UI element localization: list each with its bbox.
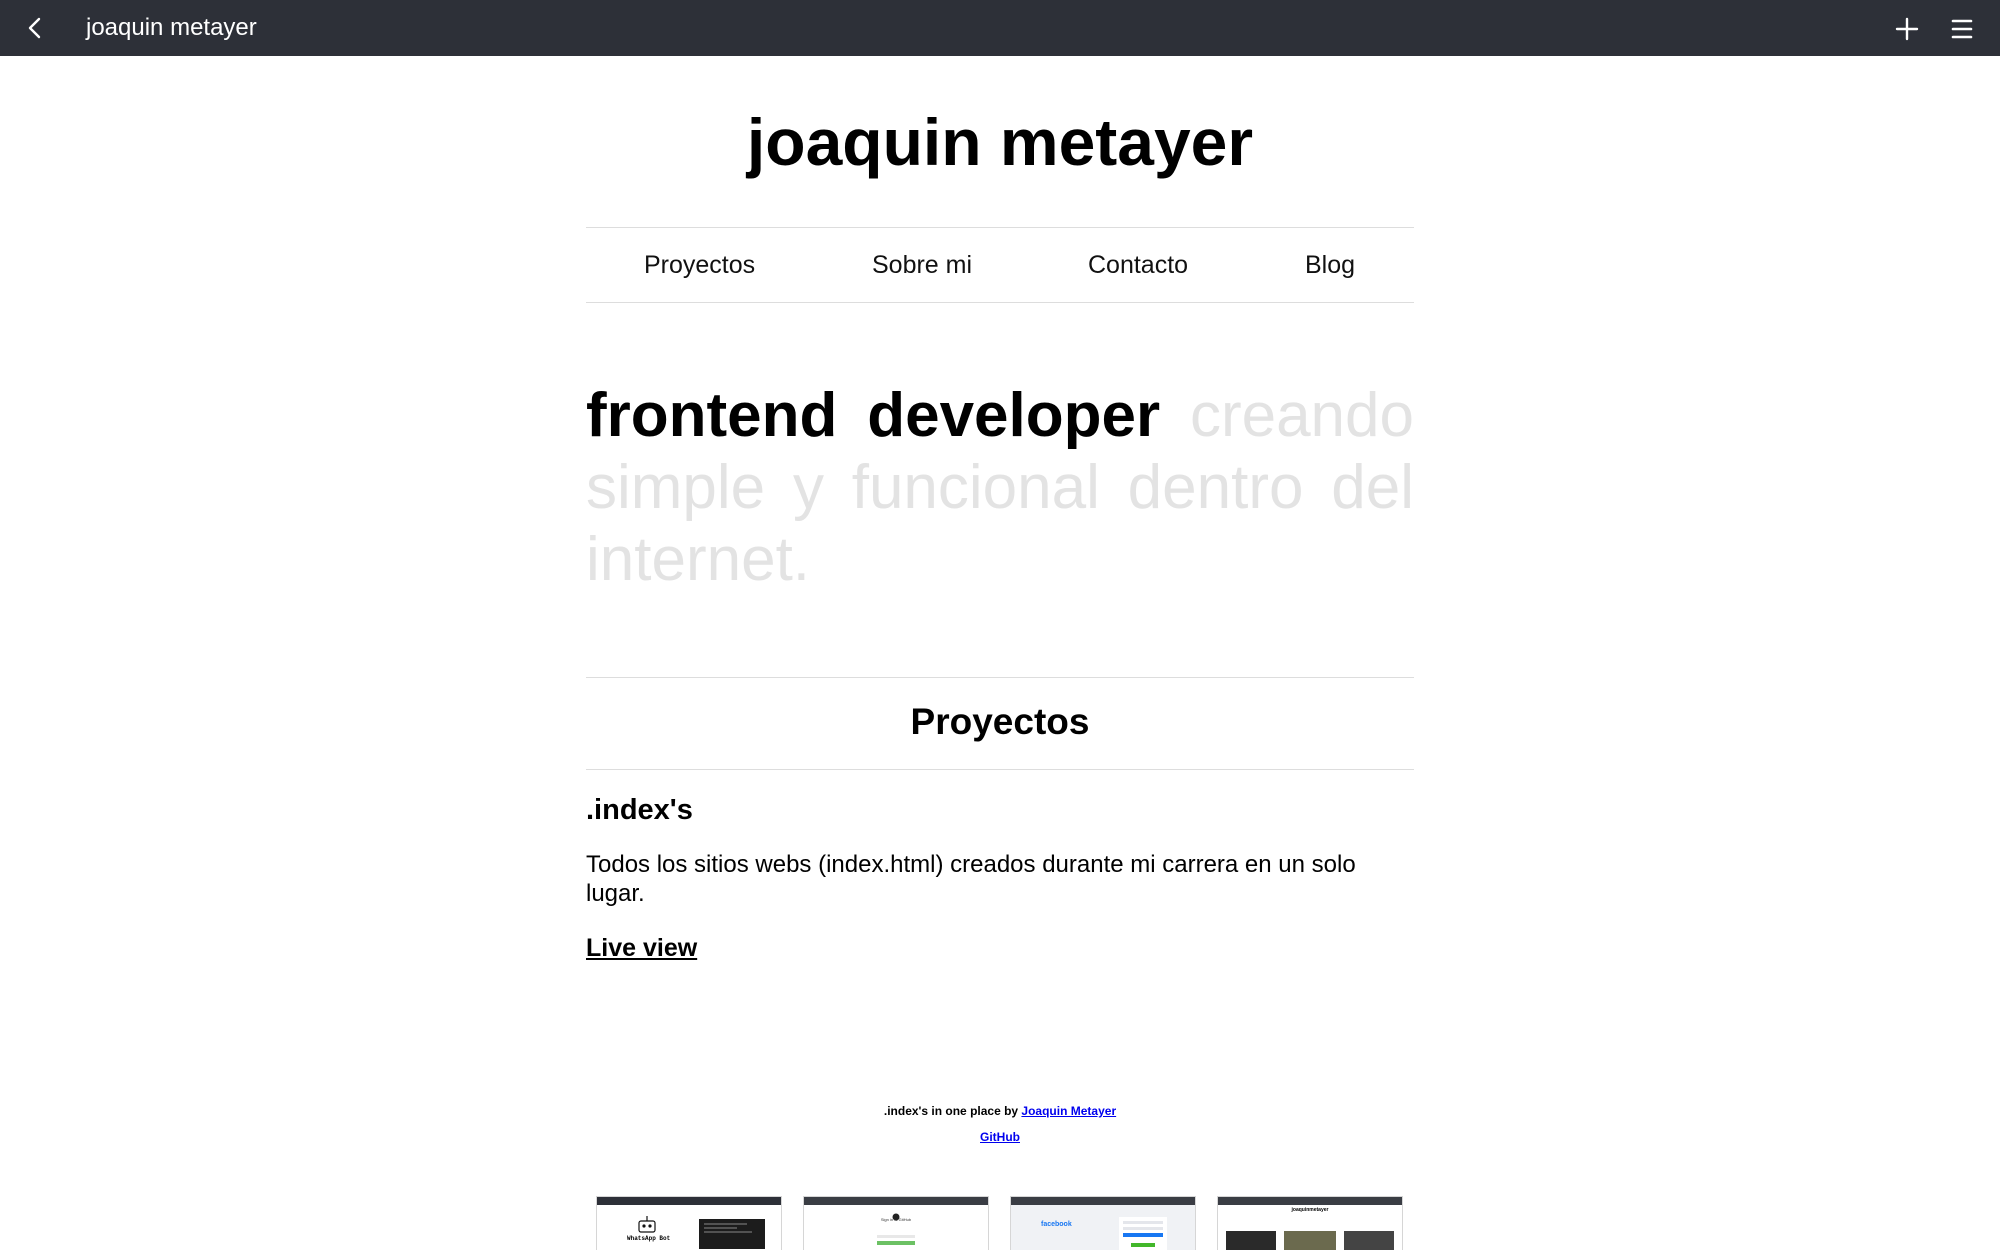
hamburger-menu-icon <box>1951 19 1973 39</box>
nav-item-proyectos[interactable]: Proyectos <box>644 250 755 280</box>
project-title: .index's <box>586 794 693 826</box>
thumbnail-facebook[interactable]: facebook <box>1010 1196 1196 1250</box>
app-top-bar: joaquin metayer <box>0 0 2000 56</box>
projects-section-title: Proyectos <box>910 701 1090 742</box>
thumbnail-joaquinmetayer[interactable]: joaquinmetayer <box>1217 1196 1403 1250</box>
thumbnail-browser-bar <box>1218 1197 1402 1205</box>
site-title: joaquin metayer <box>746 105 1254 179</box>
bot-face-icon <box>638 1216 765 1249</box>
hero-tagline-strong: frontend developer <box>586 381 1161 450</box>
menu-button[interactable] <box>1945 12 1979 46</box>
main-nav: Proyectos Sobre mi Contacto Blog <box>586 227 1414 303</box>
live-view-link[interactable]: Live view <box>586 933 697 963</box>
thumbnail-heading: joaquinmetayer <box>1291 1207 1329 1213</box>
thumbnail-heading: facebook <box>1041 1221 1072 1228</box>
preview-caption-text: .index's in one place by <box>883 1104 1022 1118</box>
thumbnail-heading: Sign in to GitHub <box>880 1217 912 1222</box>
thumbnail-github-signin[interactable]: Sign in to GitHub <box>803 1196 989 1250</box>
thumbnail-whatsapp-bot[interactable]: WhatsApp Bot <box>596 1196 782 1250</box>
new-tab-button[interactable] <box>1890 12 1924 46</box>
divider <box>586 769 1414 770</box>
nav-item-blog[interactable]: Blog <box>1305 250 1355 280</box>
plus-icon <box>1895 17 1919 41</box>
chevron-left-icon <box>28 17 41 39</box>
divider <box>586 677 1414 678</box>
facebook-login-card-icon <box>1119 1217 1167 1250</box>
thumbnail-browser-bar <box>804 1197 988 1205</box>
thumbnail-heading: WhatsApp Bot <box>627 1235 671 1242</box>
preview-github: GitHub <box>586 1130 1414 1145</box>
window-title: joaquin metayer <box>86 14 257 41</box>
hero-tagline: frontend developer creando simple y func… <box>586 380 1414 596</box>
preview-author-link[interactable]: Joaquin Metayer <box>1021 1104 1116 1118</box>
github-logo-icon <box>877 1213 915 1245</box>
preview-caption: .index's in one place by Joaquin Metayer <box>586 1104 1414 1119</box>
nav-item-contacto[interactable]: Contacto <box>1088 250 1188 280</box>
nav-item-sobre-mi[interactable]: Sobre mi <box>872 250 972 280</box>
project-description: Todos los sitios webs (index.html) cread… <box>586 851 1356 907</box>
project-preview-image[interactable]: .index's in one place by Joaquin Metayer… <box>586 1036 1414 1250</box>
preview-github-link[interactable]: GitHub <box>980 1130 1020 1144</box>
thumbnail-browser-bar <box>597 1197 781 1205</box>
back-button[interactable] <box>20 12 52 44</box>
thumbnail-browser-bar <box>1011 1197 1195 1205</box>
